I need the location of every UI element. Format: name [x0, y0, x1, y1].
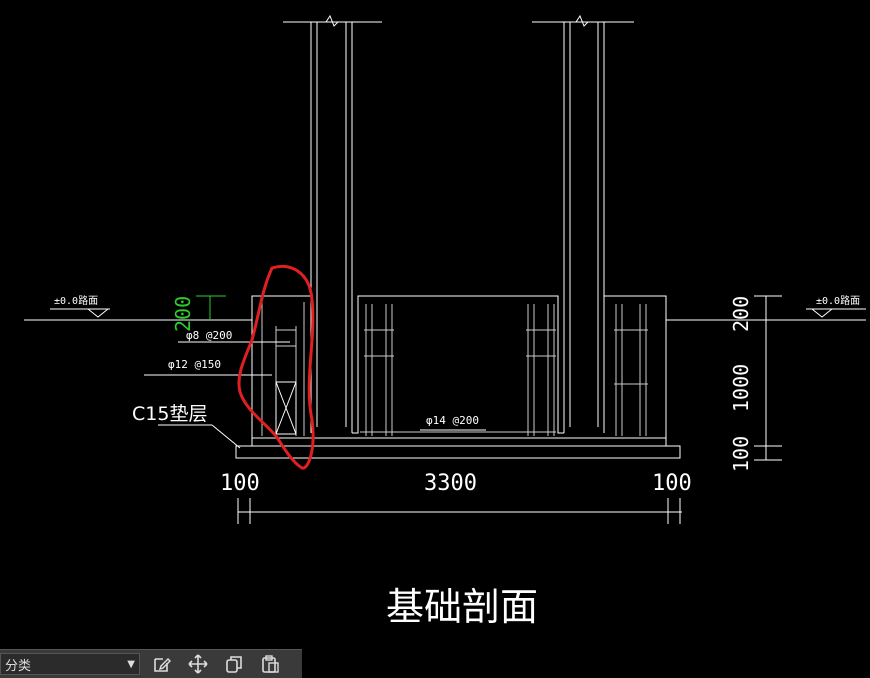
- rebar-right: [614, 304, 648, 436]
- category-dropdown[interactable]: 分类 ▼: [0, 653, 140, 675]
- dim-right-top: 200: [729, 296, 753, 332]
- drawing-title: 基础剖面: [386, 585, 538, 629]
- move-button[interactable]: [184, 652, 212, 676]
- ground-label-left: ±0.0路面: [54, 294, 98, 307]
- paste-button[interactable]: [256, 652, 284, 676]
- edit-icon: [154, 658, 171, 672]
- dim-bottom-left: 100: [220, 471, 260, 496]
- copy-button[interactable]: [220, 652, 248, 676]
- move-icon: [188, 654, 208, 674]
- cushion-label: C15垫层: [132, 403, 207, 425]
- foundation-outline: [235, 295, 681, 459]
- bottom-dimension: [237, 498, 682, 524]
- ground-label-right: ±0.0路面: [816, 294, 860, 307]
- dim-right-bottom: 100: [729, 436, 753, 472]
- bottom-toolbar: 分类 ▼: [0, 649, 302, 678]
- dim-right-mid: 1000: [729, 364, 753, 412]
- dim-bottom-mid: 3300: [424, 471, 477, 496]
- rebar-label-bottom: φ14 @200: [426, 414, 479, 427]
- rebar-left: [261, 302, 305, 436]
- rebar-label-mid: φ12 @150: [168, 358, 221, 371]
- left-column: [283, 14, 382, 433]
- edit-button[interactable]: [148, 652, 176, 676]
- chevron-down-icon: ▼: [127, 658, 135, 670]
- right-dimension: [754, 295, 782, 461]
- category-dropdown-label: 分类: [5, 658, 32, 674]
- paste-icon: [262, 655, 279, 673]
- right-column: [532, 14, 634, 433]
- copy-icon: [226, 656, 242, 673]
- cad-drawing: ±0.0路面 ±0.0路面 φ8 @200 φ12 @150 φ14 @200 …: [24, 14, 866, 629]
- green-dim-label: 200: [171, 296, 195, 332]
- dim-bottom-right: 100: [652, 471, 692, 496]
- green-dimension: [196, 295, 226, 320]
